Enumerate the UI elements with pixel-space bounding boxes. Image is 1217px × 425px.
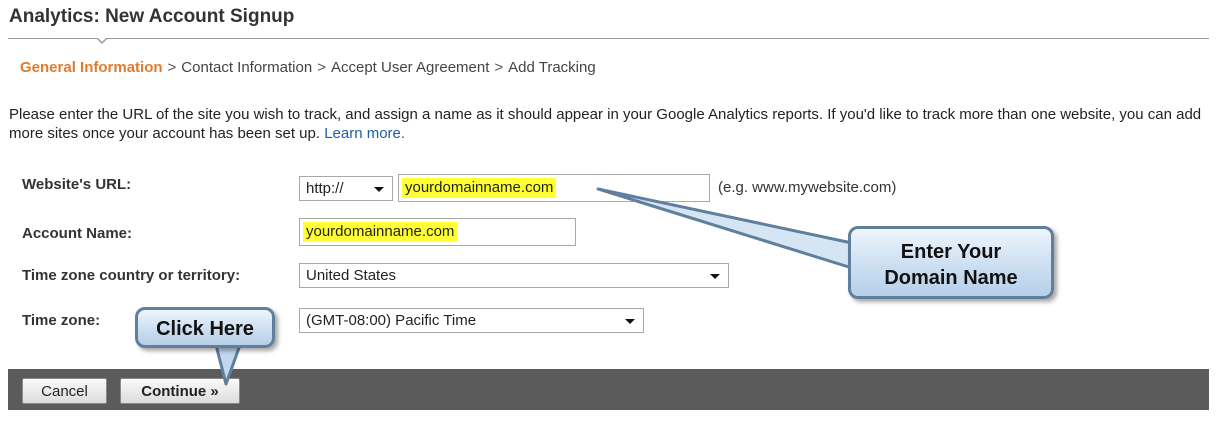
callout-pointers — [214, 187, 854, 386]
domain-callout-pointer — [596, 187, 854, 270]
enter-domain-callout: Enter Your Domain Name — [848, 226, 1054, 299]
click-here-callout-pointer — [214, 343, 242, 386]
enter-domain-callout-line1: Enter Your — [900, 241, 1002, 263]
click-here-callout: Click Here — [135, 307, 275, 348]
enter-domain-callout-line2: Domain Name — [884, 267, 1018, 289]
